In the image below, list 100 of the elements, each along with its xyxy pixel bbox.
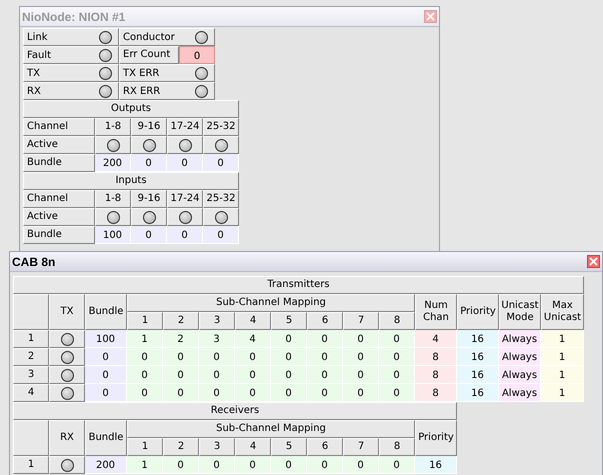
column-header: Max Unicast — [541, 294, 584, 330]
status-label: Conductor — [123, 32, 175, 42]
column-header: 4 — [235, 438, 271, 456]
table-cell: 0 — [307, 366, 343, 384]
table-cell: Always — [499, 348, 541, 366]
column-header: 6 — [307, 438, 343, 456]
column-header: 3 — [199, 438, 235, 456]
table-cell: Always — [499, 330, 541, 348]
row-header: Channel — [23, 118, 95, 136]
status-label: Err Count — [119, 46, 179, 64]
table-cell: 0 — [131, 154, 167, 172]
column-header: 8 — [379, 438, 415, 456]
column-header: 2 — [163, 438, 199, 456]
column-header: 6 — [307, 312, 343, 330]
close-icon — [426, 12, 435, 21]
table-cell: 0 — [343, 456, 379, 474]
table-cell: 0 — [307, 330, 343, 348]
column-header: 1 — [127, 312, 163, 330]
table-cell: 4 — [235, 330, 271, 348]
table-cell: 0 — [379, 366, 415, 384]
table-cell: 0 — [307, 384, 343, 402]
table-cell: 4 — [415, 330, 457, 348]
column-header: Sub-Channel Mapping — [127, 420, 415, 438]
table-cell: 2 — [163, 330, 199, 348]
column-header: Bundle — [85, 420, 127, 456]
row-header: 1 — [13, 456, 49, 474]
table-cell: 0 — [85, 366, 127, 384]
table-cell: 8 — [415, 366, 457, 384]
column-header: 2 — [163, 312, 199, 330]
table-cell: 0 — [235, 366, 271, 384]
column-header: 5 — [271, 438, 307, 456]
table-cell: 0 — [203, 154, 239, 172]
close-button[interactable] — [587, 255, 600, 268]
column-header: RX — [49, 420, 85, 456]
corner-header — [13, 294, 49, 330]
section-header: Receivers — [13, 402, 457, 420]
column-header: 17-24 — [167, 190, 203, 208]
status-label: TX ERR — [123, 68, 160, 78]
table-cell: 8 — [415, 384, 457, 402]
table-cell: 100 — [95, 226, 131, 244]
table-cell: 16 — [457, 348, 499, 366]
table-cell: 0 — [271, 384, 307, 402]
column-header: Priority — [457, 294, 499, 330]
table-cell: 0 — [271, 366, 307, 384]
status-label: TX — [27, 68, 40, 78]
column-header: 25-32 — [203, 118, 239, 136]
table-cell: 0 — [163, 348, 199, 366]
section-header: Outputs — [23, 100, 239, 118]
close-icon — [589, 257, 598, 266]
column-header: 9-16 — [131, 190, 167, 208]
table-cell: 0 — [235, 384, 271, 402]
value-field: 0 — [179, 46, 215, 64]
status-label: Fault — [27, 50, 51, 60]
table-cell: 0 — [343, 384, 379, 402]
table-cell: 0 — [379, 384, 415, 402]
row-header: Bundle — [23, 154, 95, 172]
status-label: RX — [27, 86, 41, 96]
table-cell: 0 — [235, 348, 271, 366]
column-header: Bundle — [85, 294, 127, 330]
corner-header — [13, 420, 49, 456]
table-cell: 0 — [271, 456, 307, 474]
table-cell: 1 — [541, 348, 584, 366]
table-cell: 0 — [379, 330, 415, 348]
status-label: RX ERR — [123, 86, 160, 96]
table-cell: 0 — [307, 348, 343, 366]
table-cell: 0 — [271, 330, 307, 348]
table-cell: 0 — [235, 456, 271, 474]
column-header: 4 — [235, 312, 271, 330]
table-cell: 0 — [307, 456, 343, 474]
table-cell: 0 — [199, 384, 235, 402]
table-cell: 0 — [199, 348, 235, 366]
table-cell: 0 — [163, 384, 199, 402]
table-cell: 3 — [199, 330, 235, 348]
table-cell: 0 — [85, 348, 127, 366]
status-label: Link — [27, 32, 48, 42]
column-header: 9-16 — [131, 118, 167, 136]
column-header: Priority — [415, 420, 457, 456]
table-cell: 0 — [127, 348, 163, 366]
column-header: 1 — [127, 438, 163, 456]
table-cell: 0 — [127, 384, 163, 402]
column-header: 1-8 — [95, 190, 131, 208]
column-header: Num Chan — [415, 294, 457, 330]
row-header: Bundle — [23, 226, 95, 244]
table-cell: 1 — [541, 330, 584, 348]
column-header: Unicast Mode — [499, 294, 541, 330]
column-header: 25-32 — [203, 190, 239, 208]
table-cell: 0 — [343, 366, 379, 384]
table-cell: 0 — [379, 348, 415, 366]
column-header: Sub-Channel Mapping — [127, 294, 415, 312]
window-title: NioNode: NION #1 — [22, 10, 126, 24]
table-cell: 0 — [167, 154, 203, 172]
table-cell: 1 — [127, 456, 163, 474]
row-header: 1 — [13, 330, 49, 348]
section-header: Transmitters — [13, 276, 584, 294]
table-cell: 0 — [85, 384, 127, 402]
section-header: Inputs — [23, 172, 239, 190]
table-cell: Always — [499, 366, 541, 384]
row-header: 2 — [13, 348, 49, 366]
row-header: Active — [23, 208, 95, 226]
table-cell: 100 — [85, 330, 127, 348]
